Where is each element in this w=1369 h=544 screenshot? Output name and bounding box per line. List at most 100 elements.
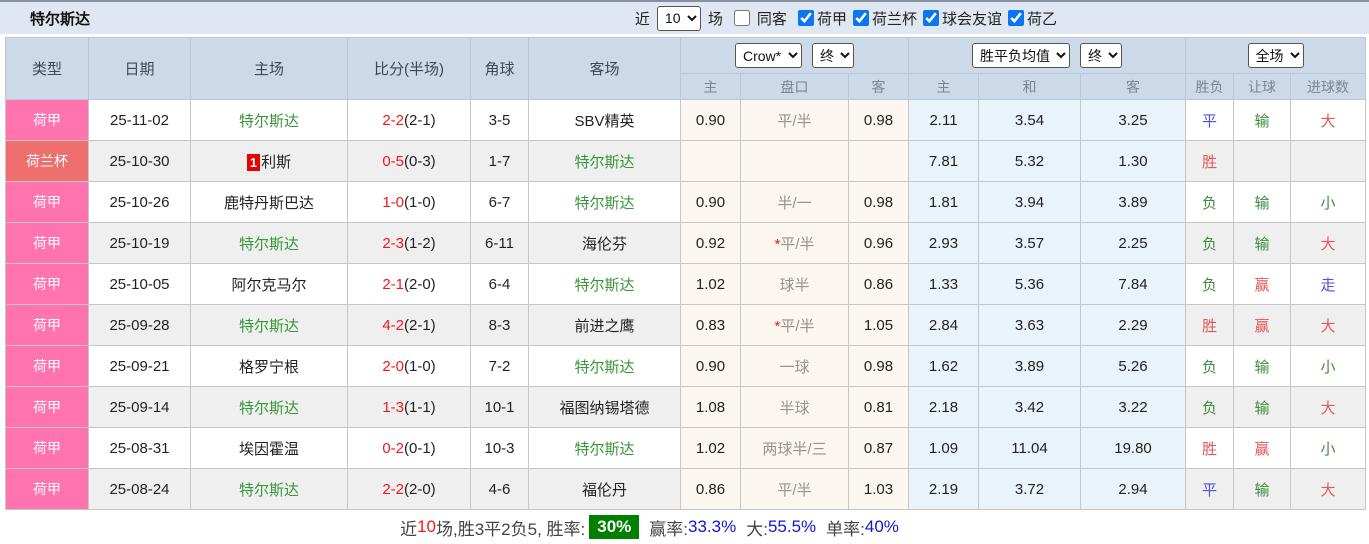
cell-result: 负 <box>1185 222 1235 264</box>
league-filter[interactable]: 荷甲 <box>792 8 847 29</box>
halftime-score: (1-1) <box>404 398 436 416</box>
win-rate-badge: 30% <box>589 515 640 539</box>
table-row: 荷甲 25-09-14 特尔斯达 1-3(1-1) 10-1 福图纳锡塔德 1.08 半球 0.… <box>5 386 1367 428</box>
cell-avg-win: 2.18 <box>908 386 979 428</box>
cell-league: 荷兰杯 <box>5 140 89 182</box>
avg-type-select[interactable]: 胜平负均值 <box>972 43 1070 68</box>
fulltime-score: 0-2 <box>382 439 404 457</box>
same-opponent-checkbox[interactable] <box>733 10 750 26</box>
cell-handicap: 平/半 <box>740 468 849 510</box>
cell-corners: 6-4 <box>470 263 529 305</box>
fulltime-score: 4-2 <box>382 316 404 334</box>
cell-avg-draw: 3.63 <box>978 304 1081 346</box>
cell-avg-win: 2.84 <box>908 304 979 346</box>
win-pct-label: 赢率: <box>649 519 689 539</box>
cell-date: 25-10-30 <box>88 140 191 182</box>
cell-avg-draw: 3.54 <box>978 99 1081 141</box>
cell-league: 荷甲 <box>5 345 89 387</box>
cell-odds-home: 0.90 <box>680 181 741 223</box>
cell-avg-win: 2.19 <box>908 468 979 510</box>
home-team-name: 特尔斯达 <box>238 235 299 253</box>
league-filter-checkbox[interactable] <box>852 10 869 26</box>
cell-goals-result: 大 <box>1290 386 1367 428</box>
subheader-avg-win: 主 <box>908 73 979 100</box>
cell-league: 荷甲 <box>5 468 89 510</box>
subheader-odds-home: 主 <box>680 73 741 100</box>
table-row: 荷甲 25-08-24 特尔斯达 2-2(2-0) 4-6 福伦丹 0.86 平/半 1.03 2… <box>5 468 1367 510</box>
home-team-name: 埃因霍温 <box>238 440 299 458</box>
avg-time-select[interactable]: 终 <box>1080 43 1122 68</box>
away-team-name: 特尔斯达 <box>574 276 635 294</box>
cell-let-result: 输 <box>1233 222 1292 264</box>
single-pct-value: 40% <box>864 517 899 536</box>
cell-away-team: 特尔斯达 <box>528 345 681 387</box>
cell-home-team: 埃因霍温 <box>190 427 348 469</box>
cell-date: 25-11-02 <box>88 99 191 141</box>
cell-goals-result <box>1290 140 1367 182</box>
cell-let-result: 输 <box>1233 99 1292 141</box>
table-row: 荷兰杯 25-10-30 1 利斯 0-5(0-3) 1-7 特尔斯达 7.81 5.32 1.3… <box>5 140 1367 182</box>
league-filter-checkbox[interactable] <box>922 10 939 26</box>
subheader-avg-draw: 和 <box>978 73 1081 100</box>
cell-avg-lose: 2.29 <box>1079 304 1187 346</box>
home-team-name: 特尔斯达 <box>238 399 299 417</box>
cell-away-team: 特尔斯达 <box>528 181 681 223</box>
halftime-score: (1-2) <box>404 234 436 252</box>
league-filter[interactable]: 球会友谊 <box>917 8 1002 29</box>
cell-let-result: 赢 <box>1233 304 1292 346</box>
big-pct-label: 大: <box>746 519 768 539</box>
scope-select[interactable]: 全场 <box>1247 43 1304 68</box>
cell-league: 荷甲 <box>5 181 89 223</box>
table-row: 荷甲 25-10-26 鹿特丹斯巴达 1-0(1-0) 6-7 特尔斯达 0.90 半/一 0.… <box>5 181 1367 223</box>
cell-odds-home: 1.08 <box>680 386 741 428</box>
cell-let-result: 输 <box>1233 386 1292 428</box>
odds-time-select[interactable]: 终 <box>812 43 854 68</box>
subheader-let: 让球 <box>1233 73 1292 100</box>
cell-result: 平 <box>1185 99 1235 141</box>
avg-group-header: 胜平负均值 终 <box>907 37 1187 74</box>
cell-goals-result: 大 <box>1290 222 1367 264</box>
cell-result: 胜 <box>1185 304 1235 346</box>
col-header-type: 类型 <box>5 37 89 100</box>
league-filter-label: 荷甲 <box>816 10 847 28</box>
league-filter-checkbox[interactable] <box>797 10 814 26</box>
same-opponent-label: 同客 <box>756 10 787 28</box>
table-row: 荷甲 25-09-21 格罗宁根 2-0(1-0) 7-2 特尔斯达 0.90 一球 0.98 1… <box>5 345 1367 387</box>
cell-score: 2-3(1-2) <box>347 222 471 264</box>
league-filter-checkbox[interactable] <box>1007 10 1024 26</box>
cell-home-team: 特尔斯达 <box>190 99 348 141</box>
cell-avg-win: 1.09 <box>908 427 979 469</box>
cell-odds-home: 0.83 <box>680 304 741 346</box>
col-header-score: 比分(半场) <box>347 37 471 100</box>
cell-home-team: 阿尔克马尔 <box>190 263 348 305</box>
cell-avg-draw: 3.89 <box>978 345 1081 387</box>
cell-let-result: 输 <box>1233 181 1292 223</box>
cell-away-team: 特尔斯达 <box>528 263 681 305</box>
league-filter[interactable]: 荷兰杯 <box>847 8 917 29</box>
cell-avg-draw: 5.36 <box>978 263 1081 305</box>
cell-handicap: 半/一 <box>740 181 849 223</box>
away-team-name: 特尔斯达 <box>574 194 635 212</box>
cell-odds-away: 0.96 <box>848 222 909 264</box>
cell-handicap: 一球 <box>740 345 849 387</box>
recent-count-select[interactable]: 10 <box>656 5 701 31</box>
cell-avg-win: 1.81 <box>908 181 979 223</box>
cell-corners: 4-6 <box>470 468 529 510</box>
away-team-name: 特尔斯达 <box>574 153 635 171</box>
cell-date: 25-09-14 <box>88 386 191 428</box>
cell-odds-home: 0.90 <box>680 345 741 387</box>
cell-avg-lose: 2.25 <box>1079 222 1187 264</box>
league-filter-label: 荷乙 <box>1026 10 1057 28</box>
home-team-name: 利斯 <box>261 153 292 171</box>
cell-let-result <box>1233 140 1292 182</box>
subheader-handicap: 盘口 <box>740 73 849 100</box>
odds-company-select[interactable]: Crow* <box>735 43 802 68</box>
cell-avg-draw: 3.42 <box>978 386 1081 428</box>
handicap-text: 平/半 <box>780 235 815 253</box>
cell-avg-lose: 3.22 <box>1079 386 1187 428</box>
halftime-score: (2-1) <box>404 316 436 334</box>
cell-date: 25-10-19 <box>88 222 191 264</box>
cell-result: 负 <box>1185 263 1235 305</box>
league-filter[interactable]: 荷乙 <box>1002 8 1057 29</box>
cell-avg-draw: 3.72 <box>978 468 1081 510</box>
